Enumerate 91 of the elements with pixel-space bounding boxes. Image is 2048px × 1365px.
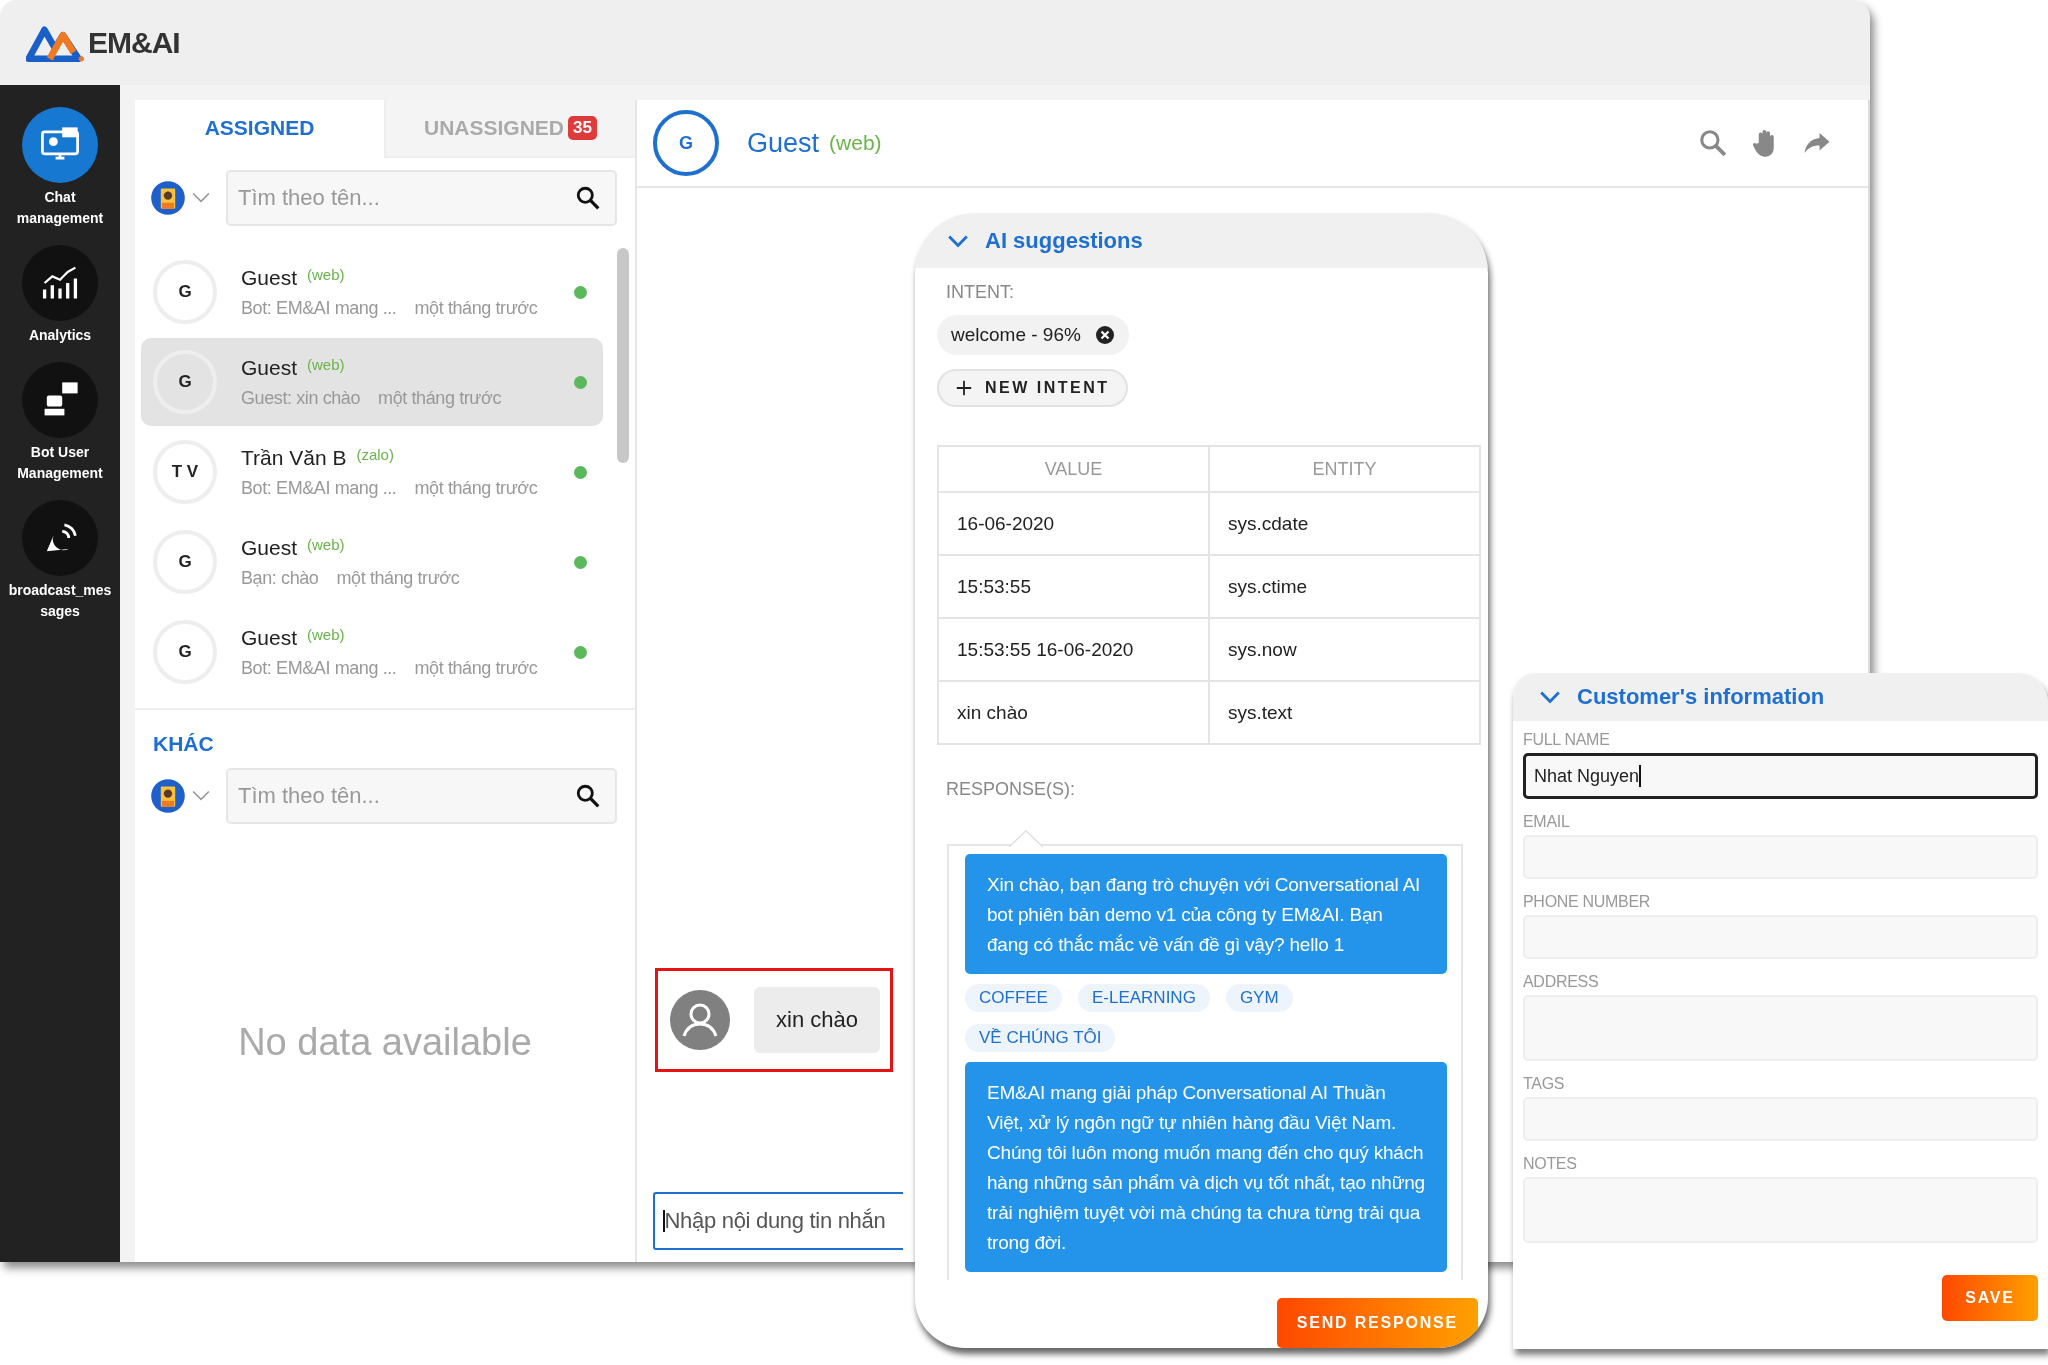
channel-label: (web) [307, 535, 345, 553]
field-label: TAGS [1523, 1075, 1566, 1093]
field-label: ADDRESS [1523, 973, 1600, 991]
message-preview: Bot: EM&AI mang ... [241, 477, 397, 499]
contact-name: Trần Văn B [241, 445, 347, 470]
avatar: G [153, 350, 217, 414]
table-cell: sys.now [1209, 618, 1480, 681]
field-label: NOTES [1523, 1155, 1578, 1173]
message-preview: Bot: EM&AI mang ... [241, 297, 397, 319]
avatar: G [153, 530, 217, 594]
chevron-down-icon[interactable] [192, 192, 210, 204]
conversation-item[interactable]: T V Trần Văn B (zalo) Bot: EM&AI mang ... một tháng trước [141, 428, 603, 516]
message-preview: Guest: xin chào [241, 387, 361, 409]
contact-name: Guest [241, 355, 298, 380]
field-label: INTENT: [946, 282, 1014, 303]
nav-label: Chat management [15, 188, 105, 228]
message-time: một tháng trước [414, 477, 538, 499]
message-bubble: xin chào [754, 987, 880, 1053]
empty-message: No data available [237, 1021, 533, 1064]
scrollbar[interactable] [617, 248, 629, 463]
search-icon[interactable] [575, 783, 601, 809]
avatar: G [153, 620, 217, 684]
chevron-down-icon [1539, 690, 1561, 704]
table-cell: 15:53:55 [938, 555, 1209, 618]
nav-item[interactable]: Analytics [1, 245, 119, 346]
panel-header[interactable]: AI suggestions [915, 213, 1488, 268]
table-cell: sys.cdate [1209, 492, 1480, 555]
field-label: EMAIL [1523, 813, 1571, 831]
nav-item[interactable]: broadcast_messages [1, 500, 119, 622]
panel-header[interactable]: Customer's information [1513, 673, 2048, 721]
conversation-item[interactable]: G Guest (web) Bot: EM&AI mang ... một tháng trước [141, 248, 603, 336]
search-icon[interactable] [575, 185, 601, 211]
table-cell: sys.text [1209, 681, 1480, 744]
channel-label: (web) [307, 625, 345, 643]
nav-item[interactable]: Chat management [1, 107, 119, 229]
quick-reply-chip[interactable]: E-LEARNING [1077, 984, 1210, 1012]
channel-label: (web) [829, 131, 882, 155]
input-field[interactable]: Nhat Nguyen [1523, 753, 2038, 799]
quick-reply-chip[interactable]: VỀ CHÚNG TÔI [965, 1024, 1116, 1052]
response-bubble: Xin chào, bạn đang trò chuyện với Conversational AI bot phiên bản demo v1 của công ty EM&AI. Bạn đang có thắc mắc về vấn đề gì vậy? hello 1 [965, 854, 1447, 974]
avatar: G [653, 110, 719, 176]
new-intent-button[interactable]: NEW INTENT [937, 369, 1128, 407]
table-cell: 15:53:55 16-06-2020 [938, 618, 1209, 681]
channel-label: (web) [307, 265, 345, 283]
contact-name: Guest [241, 625, 298, 650]
brand-name: EM&AI [88, 25, 180, 60]
nav-label: Analytics [27, 326, 93, 345]
close-icon[interactable] [1094, 325, 1115, 345]
response-bubble: EM&AI mang giải pháp Conversational AI Thuần Việt, xử lý ngôn ngữ tự nhiên hàng đầu Việt Nam. Chúng tôi luôn mong muốn mang đến cho quý khách hàng những sản phẩm và dịch vụ tốt nhất, tạo những trải nghiệm tuyệt vời mà chúng ta chưa từng trải qua trong đời. [965, 1062, 1447, 1272]
conversation-item[interactable]: G Guest (web) Guest: xin chào một tháng trước [141, 338, 603, 426]
field-label: RESPONSE(S): [946, 779, 1076, 800]
panel-title: Customer's information [1577, 684, 1825, 710]
count-badge: 35 [568, 116, 597, 140]
contact-name: Guest [241, 265, 298, 290]
message-input[interactable]: Nhập nội dung tin nhắn [653, 1192, 903, 1250]
avatar: T V [153, 440, 217, 504]
section-title: KHÁC [152, 731, 215, 756]
conversation-item[interactable]: G Guest (web) Bot: EM&AI mang ... một tháng trước [141, 608, 603, 696]
message-time: một tháng trước [336, 567, 460, 589]
panel-title: AI suggestions [985, 227, 1143, 254]
channel-label: (web) [307, 355, 345, 373]
contact-name: Guest [747, 127, 820, 159]
field-label: PHONE NUMBER [1523, 893, 1652, 911]
quick-reply-chip[interactable]: COFFEE [965, 984, 1062, 1012]
message-preview: Bạn: chào [241, 567, 319, 589]
message-time: một tháng trước [378, 387, 501, 409]
column-header: VALUE [938, 446, 1209, 492]
nav-label: Bot User Management [16, 443, 104, 483]
table-cell: sys.ctime [1209, 555, 1480, 618]
channel-label: (zalo) [356, 445, 394, 463]
chevron-down-icon [947, 233, 969, 248]
message-time: một tháng trước [414, 657, 538, 679]
table-cell: 16-06-2020 [938, 492, 1209, 555]
agent-avatar-icon[interactable] [150, 180, 186, 216]
field-label: FULL NAME [1523, 731, 1611, 749]
conversation-item[interactable]: G Guest (web) Bạn: chào một tháng trước [141, 518, 603, 606]
chevron-down-icon[interactable] [192, 790, 210, 802]
message-time: một tháng trước [414, 297, 538, 319]
plus-icon [955, 379, 973, 397]
nav-label: broadcast_messages [7, 581, 113, 621]
table-cell: xin chào [938, 681, 1209, 744]
quick-reply-chip[interactable]: GYM [1225, 984, 1293, 1012]
tab[interactable]: UNASSIGNED 35 [384, 100, 635, 158]
nav-item[interactable]: Bot User Management [1, 362, 119, 484]
column-header: ENTITY [1209, 446, 1480, 492]
message-preview: Bot: EM&AI mang ... [241, 657, 397, 679]
contact-name: Guest [241, 535, 298, 560]
agent-avatar-icon[interactable] [150, 778, 186, 814]
avatar: G [153, 260, 217, 324]
user-avatar-icon [670, 990, 730, 1050]
intent-chip[interactable]: welcome - 96% [937, 315, 1129, 355]
